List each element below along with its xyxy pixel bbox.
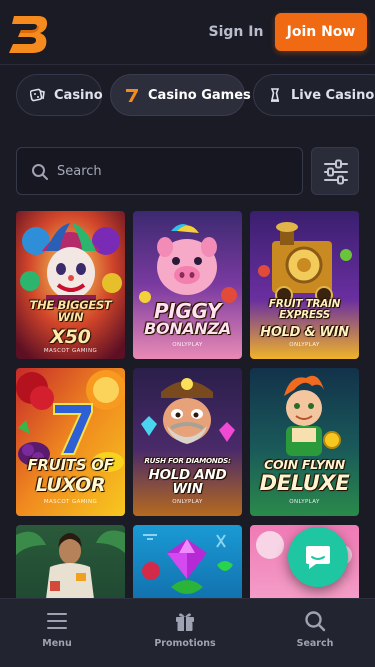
seven-icon bbox=[124, 87, 140, 103]
bottom-nav: Menu Promotions Search bbox=[0, 598, 375, 667]
bottom-nav-search-label: Search bbox=[296, 638, 334, 649]
search-icon bbox=[31, 163, 49, 181]
game-title-line2: HOLD & WIN bbox=[260, 325, 349, 340]
game-title-line1: FRUIT TRAIN EXPRESS bbox=[268, 298, 341, 321]
game-card-fruit-train-express[interactable]: FRUIT TRAIN EXPRESS HOLD & WIN ONLYPLAY bbox=[250, 211, 359, 359]
game-card-coin-flynn-deluxe[interactable]: COIN FLYNN DELUXE ONLYPLAY bbox=[250, 368, 359, 516]
game-provider: ONLYPLAY bbox=[289, 342, 320, 348]
brand-logo[interactable] bbox=[8, 10, 52, 56]
bottom-nav-menu-label: Menu bbox=[42, 638, 72, 649]
bottom-nav-search[interactable]: Search bbox=[265, 599, 365, 667]
sliders-icon bbox=[324, 159, 348, 185]
join-now-button[interactable]: Join Now bbox=[275, 13, 367, 51]
top-header: Sign In Join Now bbox=[0, 0, 375, 64]
search-box[interactable] bbox=[16, 147, 303, 195]
game-title-line2: X50 bbox=[50, 326, 91, 348]
game-card-fruits-of-luxor[interactable]: FRUITS OF LUXOR MASCOT GAMING bbox=[16, 368, 125, 516]
game-title-line2: DELUXE bbox=[259, 471, 350, 495]
game-title-line1: FRUITS OF bbox=[27, 456, 114, 474]
header-divider bbox=[0, 64, 375, 65]
tab-live-casino[interactable]: Live Casino bbox=[253, 74, 375, 116]
game-title-line1: RUSH FOR DIAMONDS: bbox=[144, 456, 231, 465]
game-provider: MASCOT GAMING bbox=[43, 499, 98, 505]
game-card-piggy-bonanza[interactable]: PIGGY BONANZA ONLYPLAY bbox=[133, 211, 242, 359]
tab-casino-games-label: Casino Games bbox=[148, 87, 251, 103]
bottom-nav-promotions[interactable]: Promotions bbox=[135, 599, 235, 667]
gift-icon bbox=[174, 610, 196, 632]
chat-bubble-icon bbox=[306, 546, 330, 569]
game-title-line1: PIGGY bbox=[153, 299, 222, 323]
bottom-nav-promotions-label: Promotions bbox=[154, 638, 216, 649]
tab-casino[interactable]: Casino bbox=[16, 74, 103, 116]
game-title-line2: HOLD AND WIN bbox=[148, 467, 227, 497]
dice-icon bbox=[29, 87, 46, 103]
search-icon bbox=[304, 610, 326, 632]
game-card-rush-for-diamonds[interactable]: RUSH FOR DIAMONDS: HOLD AND WIN ONLYPLAY bbox=[133, 368, 242, 516]
game-provider: ONLYPLAY bbox=[172, 342, 203, 348]
game-title-line2: LUXOR bbox=[35, 474, 106, 496]
tab-casino-label: Casino bbox=[54, 87, 103, 103]
game-title-line1: COIN FLYNN bbox=[264, 457, 345, 472]
game-provider: ONLYPLAY bbox=[172, 499, 203, 505]
game-provider: ONLYPLAY bbox=[289, 499, 320, 505]
filter-button[interactable] bbox=[311, 147, 359, 195]
live-chat-button[interactable] bbox=[288, 527, 348, 587]
game-provider: MASCOT GAMING bbox=[43, 348, 98, 354]
tab-casino-games[interactable]: Casino Games bbox=[110, 74, 251, 116]
chess-piece-icon bbox=[267, 87, 283, 103]
tab-live-casino-label: Live Casino bbox=[291, 87, 375, 103]
game-card-the-biggest-win-x50[interactable]: THE BIGGEST WIN X50 MASCOT GAMING bbox=[16, 211, 125, 359]
game-title-line2: BONANZA bbox=[144, 319, 231, 338]
hamburger-icon bbox=[46, 610, 68, 632]
sign-in-link[interactable]: Sign In bbox=[208, 18, 264, 46]
bottom-nav-menu[interactable]: Menu bbox=[7, 599, 107, 667]
game-title-line1: THE BIGGEST WIN bbox=[29, 298, 112, 324]
category-tabs: Casino Casino Games Live Casino bbox=[0, 74, 375, 116]
search-input[interactable] bbox=[57, 148, 297, 194]
